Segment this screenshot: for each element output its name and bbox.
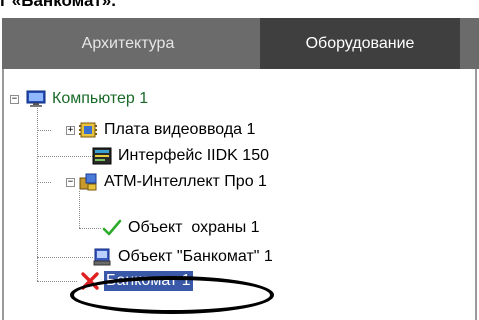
atm-intellect-icon — [79, 173, 97, 191]
checkmark-icon — [102, 219, 122, 236]
screenshot: г «Банкомат». Архитектура Оборудование −… — [0, 0, 479, 320]
tree-line — [37, 130, 51, 131]
tree-line — [37, 257, 93, 258]
tree-node-computer[interactable]: Компьютер 1 — [26, 88, 150, 110]
tree-node-video-board[interactable]: Плата видеоввода 1 — [78, 119, 257, 141]
collapse-toggle[interactable]: − — [10, 95, 19, 104]
atm-object-icon — [93, 248, 111, 266]
collapse-toggle[interactable]: − — [66, 178, 75, 187]
hardware-tree: − + − Компьютер 1 Плата видеоввода 1 Инт… — [2, 69, 477, 320]
tree-node-atm[interactable]: Банкомат 1 — [80, 270, 193, 292]
tree-line — [79, 228, 101, 229]
tree-node-iidk-interface[interactable]: Интерфейс IIDK 150 — [92, 145, 271, 167]
tree-node-label: Компьютер 1 — [52, 90, 149, 107]
tab-equipment[interactable]: Оборудование — [260, 18, 460, 69]
expand-toggle[interactable]: + — [66, 126, 75, 135]
tree-line — [37, 182, 51, 183]
tree-line — [37, 281, 77, 282]
tree-node-label: Плата видеоввода 1 — [104, 121, 256, 138]
tree-node-label: ATM-Интеллект Про 1 — [104, 173, 267, 190]
tree-node-label: Банкомат 1 — [104, 271, 193, 291]
computer-icon — [26, 90, 46, 107]
tree-node-protected-object[interactable]: Объект охраны 1 — [102, 217, 262, 239]
tree-node-label: Объект охраны 1 — [128, 219, 260, 236]
tree-line — [37, 156, 93, 157]
video-board-icon — [79, 122, 97, 138]
tree-node-label: Объект "Банкомат" 1 — [118, 248, 273, 265]
document-caption: г «Банкомат». — [0, 0, 116, 10]
interface-icon — [92, 147, 112, 165]
tree-node-atm-intellect[interactable]: ATM-Интеллект Про 1 — [78, 171, 269, 193]
tree-node-label: Интерфейс IIDK 150 — [118, 147, 269, 164]
tab-architecture[interactable]: Архитектура — [2, 18, 254, 69]
tree-node-atm-object[interactable]: Объект "Банкомат" 1 — [92, 246, 275, 268]
red-cross-icon — [81, 272, 99, 290]
tree-line — [79, 191, 80, 228]
tab-bar: Архитектура Оборудование — [2, 18, 479, 69]
